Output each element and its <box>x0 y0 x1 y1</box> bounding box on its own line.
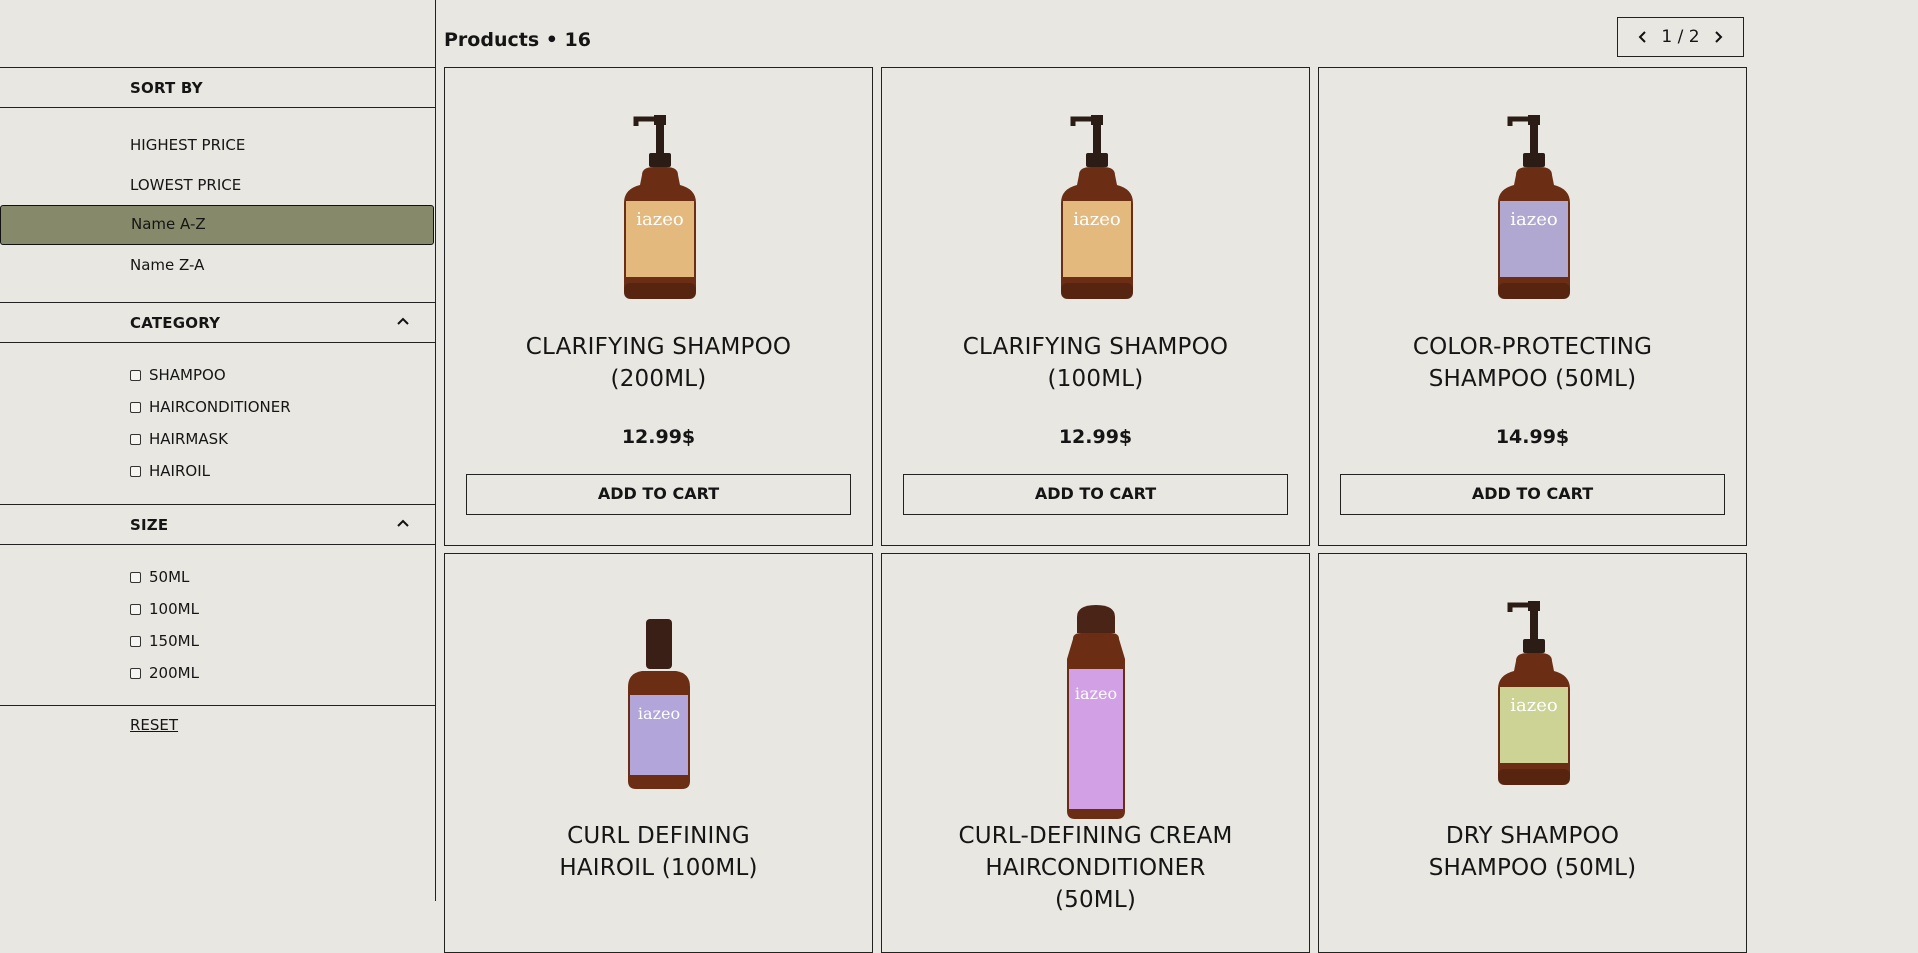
size-50ml-checkbox[interactable]: 50ML <box>130 567 189 587</box>
category-shampoo-label: SHAMPOO <box>149 366 226 384</box>
product-name[interactable]: CLARIFYING SHAMPOO (100ML) <box>956 331 1236 395</box>
category-hairmask-label: HAIRMASK <box>149 430 228 448</box>
product-image[interactable]: iazeo <box>882 599 1309 824</box>
bottle-brand: iazeo <box>1510 209 1557 230</box>
category-hairmask-checkbox[interactable]: HAIRMASK <box>130 429 228 449</box>
bottle-brand: iazeo <box>1510 695 1557 716</box>
filter-sidebar: SORT BY HIGHEST PRICE LOWEST PRICE Name … <box>0 0 436 901</box>
checkbox[interactable] <box>130 667 141 679</box>
sort-by-title: SORT BY <box>130 79 203 97</box>
reset-link[interactable]: RESET <box>130 716 178 734</box>
bottle-icon: iazeo <box>627 619 690 789</box>
product-image[interactable]: iazeo <box>1319 113 1746 303</box>
bottle-icon: iazeo <box>1497 601 1570 785</box>
size-100ml-label: 100ML <box>149 600 199 618</box>
product-card[interactable]: iazeo CLARIFYING SHAMPOO (200ML) 12.99$ ADD… <box>444 67 873 546</box>
checkbox[interactable] <box>130 401 141 413</box>
product-image[interactable]: iazeo <box>882 113 1309 303</box>
checkbox[interactable] <box>130 465 141 477</box>
sort-by-header: SORT BY <box>0 67 435 108</box>
checkbox[interactable] <box>130 603 141 615</box>
chevron-right-icon[interactable] <box>1709 28 1727 46</box>
product-name[interactable]: DRY SHAMPOO SHAMPOO (50ML) <box>1393 820 1673 884</box>
chevron-up-icon[interactable] <box>397 316 409 328</box>
checkbox[interactable] <box>130 571 141 583</box>
checkbox[interactable] <box>130 635 141 647</box>
bottle-brand: iazeo <box>1074 684 1116 703</box>
bottle-brand: iazeo <box>637 704 679 723</box>
checkbox[interactable] <box>130 433 141 445</box>
bottle-icon: iazeo <box>623 115 696 299</box>
add-to-cart-button[interactable]: ADD TO CART <box>1340 474 1725 515</box>
add-to-cart-button[interactable]: ADD TO CART <box>466 474 851 515</box>
product-name[interactable]: CURL-DEFINING CREAM HAIRCONDITIONER (50M… <box>956 820 1236 916</box>
pagination: 1 / 2 <box>1617 17 1744 57</box>
sort-option-highest-price[interactable]: HIGHEST PRICE <box>0 125 435 165</box>
product-card[interactable]: iazeo CLARIFYING SHAMPOO (100ML) 12.99$ ADD… <box>881 67 1310 546</box>
size-header[interactable]: SIZE <box>0 504 435 545</box>
category-shampoo-checkbox[interactable]: SHAMPOO <box>130 365 226 385</box>
add-to-cart-button[interactable]: ADD TO CART <box>903 474 1288 515</box>
category-title: CATEGORY <box>130 314 221 332</box>
product-image[interactable]: iazeo <box>1319 599 1746 789</box>
bottle-icon: iazeo <box>1066 605 1125 819</box>
product-image[interactable]: iazeo <box>445 113 872 303</box>
size-title: SIZE <box>130 516 169 534</box>
sort-option-name-a-z[interactable]: Name A-Z <box>0 205 434 245</box>
product-card[interactable]: iazeo COLOR-PROTECTING SHAMPOO (50ML) 14.9… <box>1318 67 1747 546</box>
size-100ml-checkbox[interactable]: 100ML <box>130 599 199 619</box>
product-name[interactable]: CURL DEFINING HAIROIL (100ML) <box>519 820 799 884</box>
sort-option-name-z-a[interactable]: Name Z-A <box>0 245 435 285</box>
bottle-brand: iazeo <box>636 209 683 230</box>
checkbox[interactable] <box>130 369 141 381</box>
size-150ml-checkbox[interactable]: 150ML <box>130 631 199 651</box>
category-hairconditioner-checkbox[interactable]: HAIRCONDITIONER <box>130 397 291 417</box>
category-hairoil-label: HAIROIL <box>149 462 210 480</box>
divider <box>0 705 435 706</box>
size-150ml-label: 150ML <box>149 632 199 650</box>
size-50ml-label: 50ML <box>149 568 190 586</box>
chevron-up-icon[interactable] <box>397 518 409 530</box>
product-image[interactable]: iazeo <box>445 599 872 794</box>
sort-option-lowest-price[interactable]: LOWEST PRICE <box>0 165 435 205</box>
size-200ml-checkbox[interactable]: 200ML <box>130 663 199 683</box>
page-title: Products • 16 <box>444 29 591 51</box>
product-price: 14.99$ <box>1495 426 1570 448</box>
product-name[interactable]: COLOR-PROTECTING SHAMPOO (50ML) <box>1393 331 1673 395</box>
product-card[interactable]: iazeo CURL-DEFINING CREAM HAIRCONDITIONER… <box>881 553 1310 953</box>
category-hairconditioner-label: HAIRCONDITIONER <box>149 398 291 416</box>
product-price: 12.99$ <box>1058 426 1133 448</box>
bottle-icon: iazeo <box>1060 115 1133 299</box>
category-header[interactable]: CATEGORY <box>0 302 435 343</box>
product-card[interactable]: iazeo DRY SHAMPOO SHAMPOO (50ML) <box>1318 553 1747 953</box>
product-price: 12.99$ <box>621 426 696 448</box>
product-card[interactable]: iazeo CURL DEFINING HAIROIL (100ML) <box>444 553 873 953</box>
category-hairoil-checkbox[interactable]: HAIROIL <box>130 461 210 481</box>
size-200ml-label: 200ML <box>149 664 199 682</box>
product-name[interactable]: CLARIFYING SHAMPOO (200ML) <box>519 331 799 395</box>
bottle-icon: iazeo <box>1497 115 1570 299</box>
bottle-brand: iazeo <box>1073 209 1120 230</box>
